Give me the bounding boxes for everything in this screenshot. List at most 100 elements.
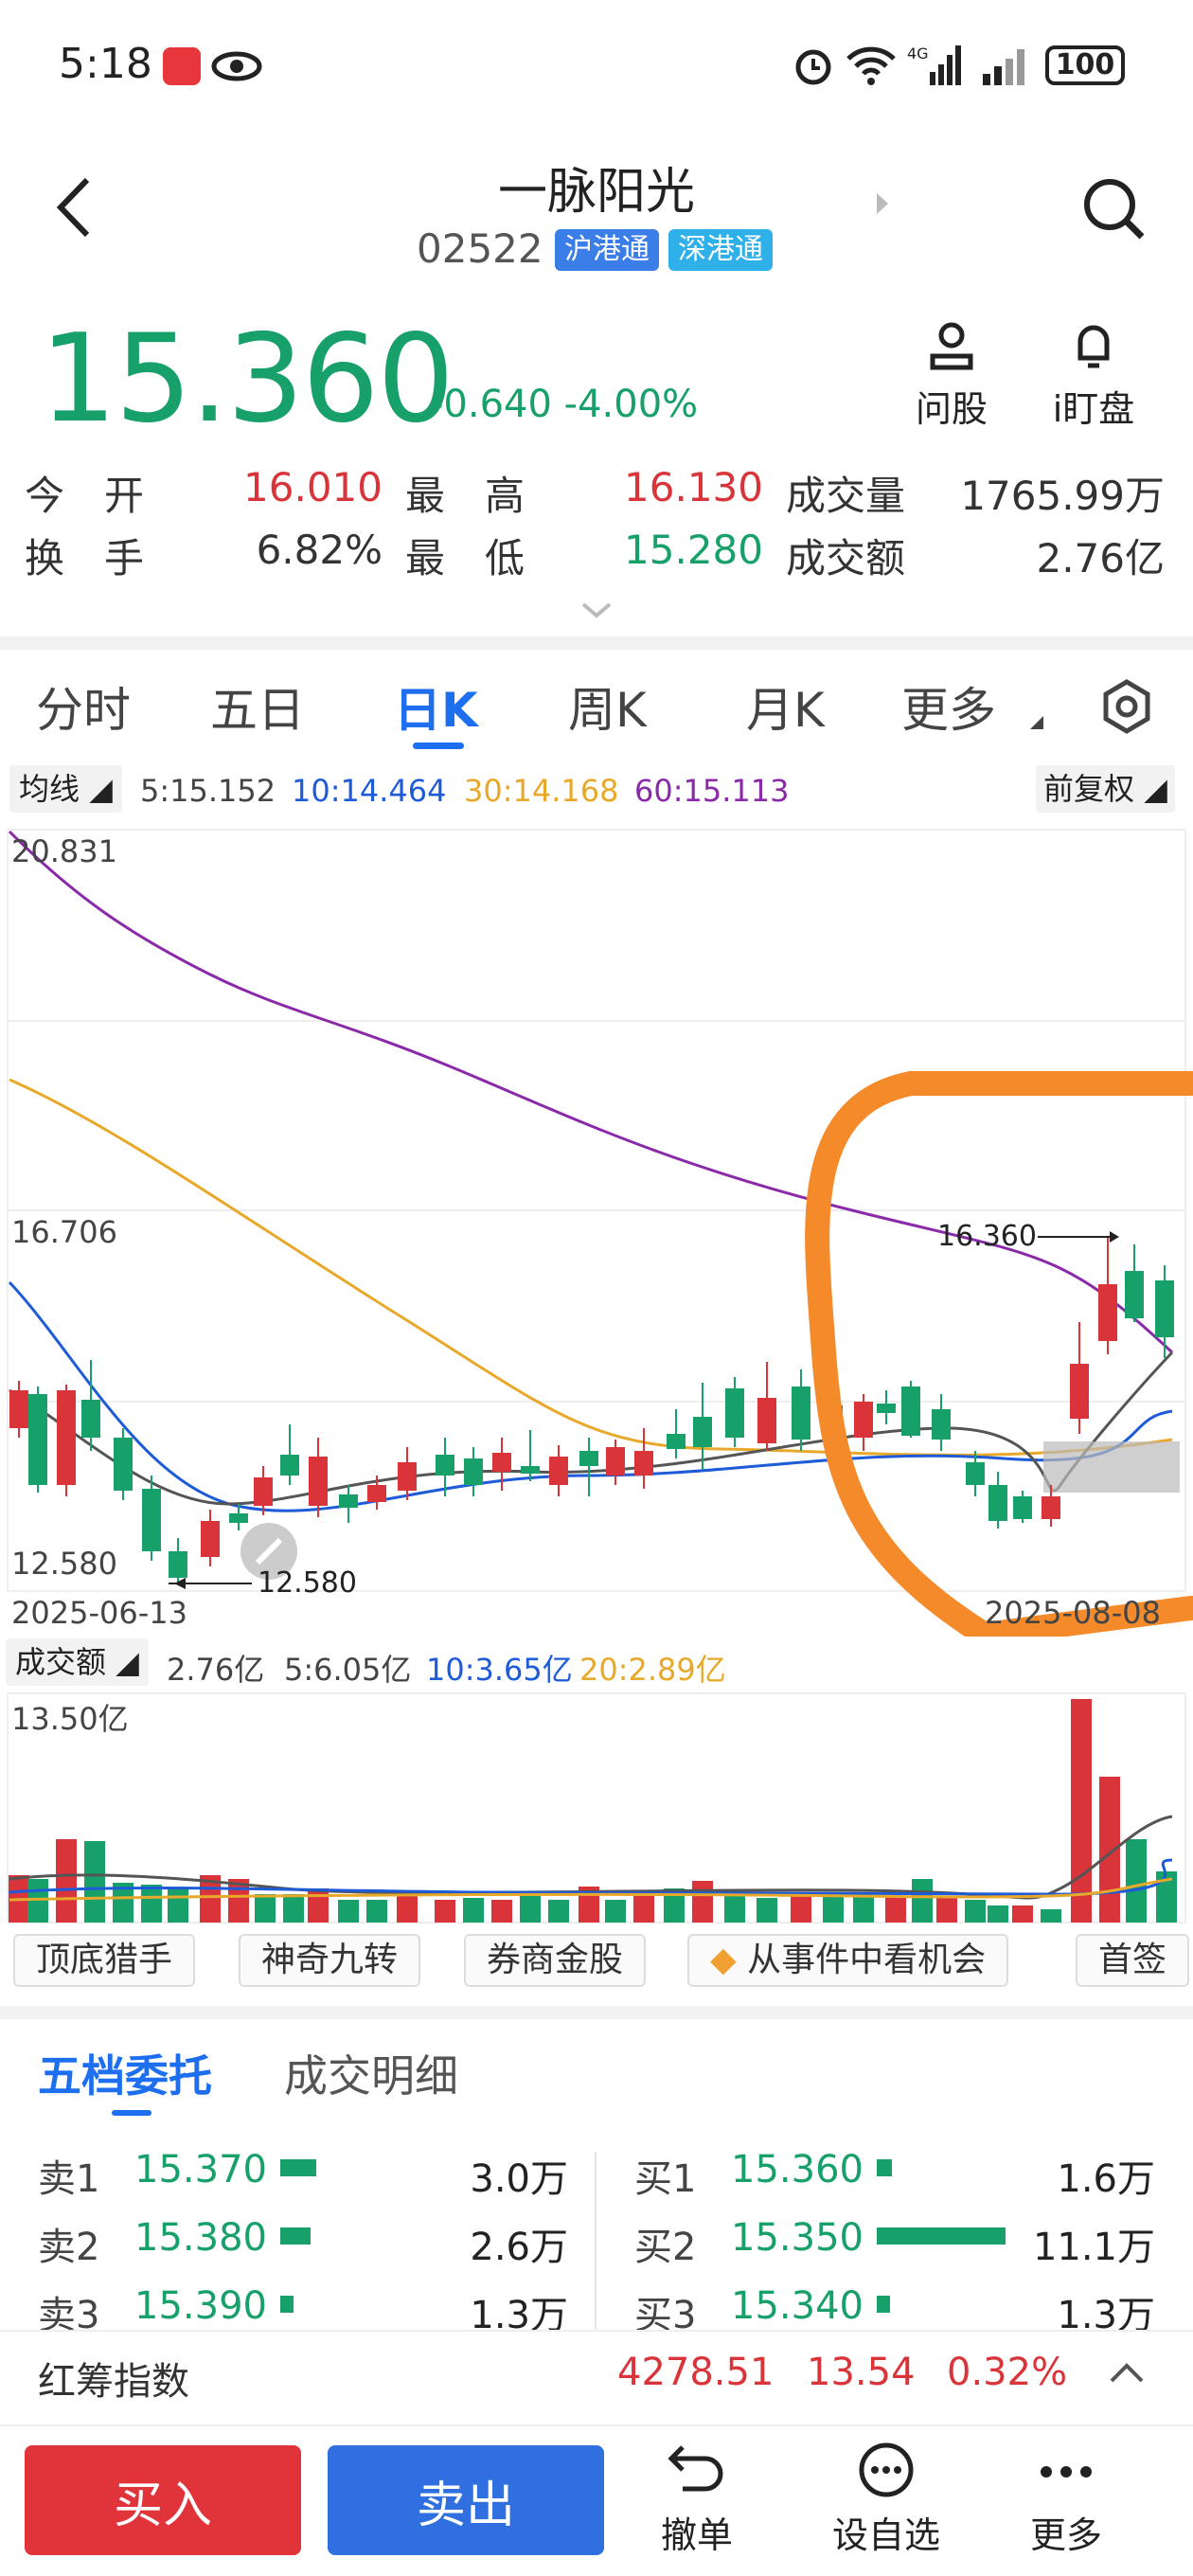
vol-ma5-line (9, 1815, 1173, 1900)
candle-body (492, 1453, 511, 1472)
chip-top-bottom-hunter[interactable]: 顶底猎手 (13, 1934, 196, 1987)
volume-bar (168, 1888, 188, 1923)
candle-body (579, 1451, 598, 1466)
buy-row-1: 买1 15.360 1.6万 (634, 2148, 1155, 2205)
last-price: 15.360 (40, 309, 454, 450)
high-label: 最 高 (405, 473, 525, 519)
index-pct: 0.32% (947, 2351, 1068, 2394)
ma5-value: 5:15.152 (140, 773, 276, 809)
candle-body (854, 1402, 873, 1438)
bell-icon (1077, 325, 1110, 368)
volume-bar (936, 1898, 957, 1923)
search-icon[interactable] (1081, 176, 1148, 242)
volume-bar (338, 1900, 359, 1923)
candle-body (1013, 1496, 1032, 1519)
badge-shenzhen-connect: 深港通 (668, 229, 773, 271)
y-axis-bottom-label: 12.580 (11, 1546, 117, 1582)
candle-body (966, 1462, 985, 1485)
candle-body (1098, 1284, 1117, 1341)
volume-chart[interactable]: 13.50亿 (0, 1690, 1193, 1926)
tab-weekly-k[interactable]: 周K (568, 672, 647, 741)
watch-market-button[interactable]: i盯盘 (1042, 318, 1146, 432)
sell-row-1: 卖1 15.370 3.0万 (38, 2148, 568, 2205)
tab-order-book[interactable]: 五档委托 (38, 2042, 212, 2104)
tab-monthly-k[interactable]: 月K (746, 672, 825, 741)
candle-body (1125, 1271, 1144, 1318)
index-value: 4278.51 (617, 2351, 775, 2394)
volume-bar (435, 1900, 455, 1923)
buy-2-depth-bar (877, 2227, 1006, 2245)
turnover-value: 6.82% (256, 527, 383, 573)
candle-body (1042, 1496, 1060, 1519)
badge-shanghai-connect: 沪港通 (555, 229, 659, 271)
buy-1-label: 买1 (634, 2157, 697, 2201)
index-ticker-bar[interactable]: 红筹指数 4278.51 13.54 0.32% (0, 2330, 1193, 2421)
expand-chevron-icon[interactable] (579, 600, 614, 619)
y-axis-mid-label: 16.706 (11, 1214, 117, 1250)
undo-icon (668, 2445, 723, 2492)
price-change: -0.640 -4.00% (430, 383, 698, 426)
sell-2-price: 15.380 (134, 2216, 267, 2260)
candle-body (725, 1388, 744, 1438)
chip-magic-nine[interactable]: 神奇九转 (239, 1934, 421, 1987)
kline-chart[interactable]: 20.831 16.706 12.580 16.360 12.580 2025-… (0, 822, 1193, 1648)
volume-bar (308, 1888, 329, 1923)
wifi-icon (846, 46, 896, 85)
tab-trade-details[interactable]: 成交明细 (284, 2042, 458, 2104)
add-watchlist-button[interactable]: 设自选 (820, 2440, 953, 2558)
volume-y-top-label: 13.50亿 (11, 1701, 129, 1737)
chevron-right-icon[interactable] (875, 191, 890, 216)
orderbook-divider (595, 2152, 596, 2332)
adjust-selector[interactable]: 前复权 ◢ (1036, 765, 1175, 813)
sell-button[interactable]: 卖出 (328, 2445, 604, 2555)
volume-bar (692, 1881, 713, 1923)
ask-stock-button[interactable]: 问股 (909, 318, 994, 432)
buy-side: 买1 15.360 1.6万 买2 15.350 11.1万 买3 15.340… (606, 2148, 1193, 2337)
buy-1-qty: 1.6万 (1057, 2157, 1155, 2201)
volume-bar (791, 1896, 811, 1923)
volume-bar (988, 1905, 1008, 1923)
amount-value: 2.76亿 (1036, 535, 1165, 581)
candle-body (436, 1455, 454, 1476)
diamond-icon: ◆ (710, 1941, 737, 1979)
volume-bar (463, 1898, 484, 1923)
candle-body (229, 1513, 248, 1523)
battery-icon: 100 (1045, 45, 1125, 85)
buy-button[interactable]: 买入 (25, 2445, 301, 2555)
gray-highlight-box (1043, 1441, 1180, 1493)
ma-selector[interactable]: 均线 ◢ (9, 765, 122, 813)
battery-level: 100 (1055, 48, 1115, 81)
volume-selector[interactable]: 成交额 ◢ (6, 1638, 149, 1686)
signal-icon: 4G (907, 45, 961, 85)
ma60-value: 60:15.113 (634, 773, 790, 809)
chevron-up-icon[interactable] (1108, 2360, 1146, 2385)
tab-intraday[interactable]: 分时 (36, 672, 131, 741)
candle-body (606, 1447, 625, 1476)
candle-body (169, 1551, 187, 1578)
tab-daily-k[interactable]: 日K (394, 672, 478, 741)
candle-body (81, 1400, 100, 1438)
sell-3-depth-bar (280, 2296, 294, 2313)
stock-code: 02522 (417, 225, 543, 272)
sell-2-qty: 2.6万 (470, 2226, 568, 2269)
settings-icon[interactable] (1098, 678, 1155, 735)
tab-five-day[interactable]: 五日 (210, 672, 305, 741)
sell-1-price: 15.370 (134, 2148, 267, 2191)
add-watchlist-label: 设自选 (831, 2514, 940, 2556)
open-label: 今 开 (25, 473, 145, 519)
candle-body (28, 1394, 47, 1485)
app-notification-icon (163, 47, 201, 85)
sell-1-label: 卖1 (38, 2157, 100, 2201)
chip-broker-picks[interactable]: 券商金股 (464, 1934, 647, 1987)
more-button[interactable]: 更多 (1009, 2440, 1123, 2558)
chip-first-sign[interactable]: 首签 (1076, 1934, 1190, 1987)
volume-bar (84, 1841, 105, 1923)
cancel-order-button[interactable]: 撤单 (640, 2440, 754, 2558)
tab-more[interactable]: 更多 (901, 672, 996, 741)
buy-2-qty: 11.1万 (1032, 2226, 1155, 2269)
volume-bar (823, 1896, 844, 1923)
sell-1-depth-bar (280, 2159, 316, 2176)
chip-event-opportunity[interactable]: ◆ 从事件中看机会 (687, 1934, 1009, 1987)
order-book-tab-indicator (112, 2110, 151, 2116)
volume-svg (7, 1692, 1186, 1923)
